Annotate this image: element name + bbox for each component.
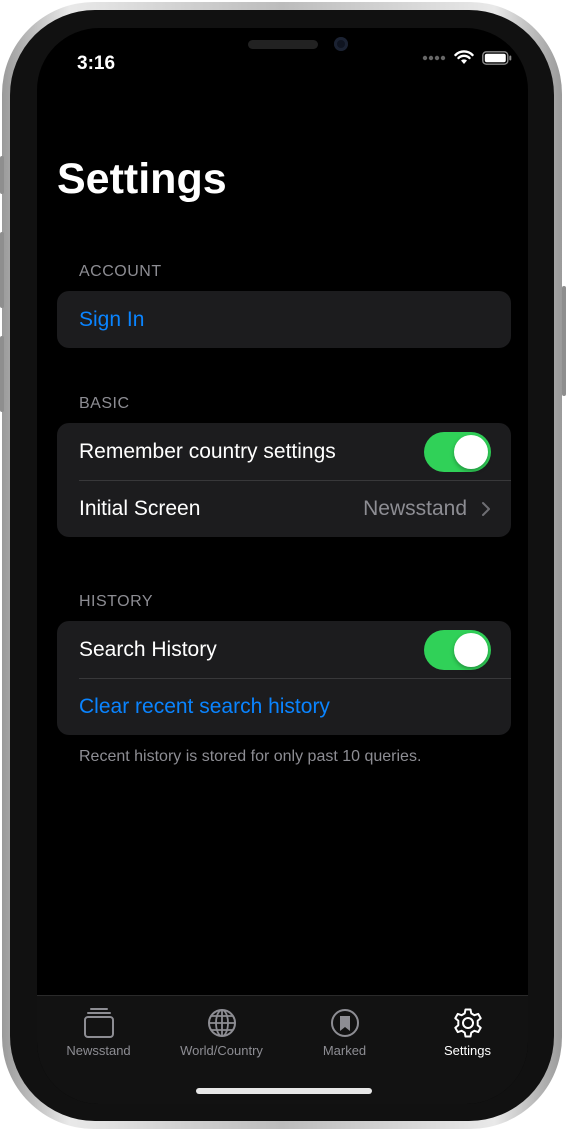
tab-label: Newsstand — [66, 1043, 131, 1058]
history-footer-note: Recent history is stored for only past 1… — [79, 748, 422, 765]
initial-screen-value: Newsstand — [363, 496, 467, 520]
section-header-history: HISTORY — [79, 593, 154, 610]
battery-icon — [482, 50, 512, 65]
initial-screen-row[interactable]: Initial Screen Newsstand — [57, 480, 511, 537]
clear-history-row[interactable]: Clear recent search history — [57, 678, 511, 735]
tab-label: Marked — [322, 1043, 367, 1058]
volume-down-button — [0, 336, 4, 412]
gear-icon — [453, 1008, 482, 1038]
tab-world-country[interactable]: World/Country — [160, 1006, 283, 1058]
chevron-right-icon — [482, 501, 490, 516]
status-icons — [422, 50, 512, 65]
tab-label: Settings — [444, 1043, 491, 1058]
basic-group: Remember country settings Initial Screen… — [57, 423, 511, 537]
tab-label: World/Country — [180, 1043, 263, 1058]
remember-country-label: Remember country settings — [79, 439, 336, 463]
tab-bar: Newsstand World/Country Marked Settings — [37, 995, 528, 1104]
sign-in-link[interactable]: Sign In — [79, 308, 491, 332]
page-title: Settings — [57, 155, 227, 203]
volume-up-button — [0, 232, 4, 308]
home-indicator[interactable] — [196, 1088, 372, 1094]
section-header-basic: BASIC — [79, 395, 130, 412]
initial-screen-label: Initial Screen — [79, 496, 201, 520]
front-camera — [334, 37, 348, 51]
search-history-toggle[interactable] — [424, 629, 491, 670]
toggle-knob — [454, 434, 488, 469]
mute-switch — [0, 156, 4, 194]
clear-history-link[interactable]: Clear recent search history — [79, 695, 491, 719]
tab-newsstand[interactable]: Newsstand — [37, 1006, 160, 1058]
tab-marked[interactable]: Marked — [283, 1006, 406, 1058]
search-history-label: Search History — [79, 637, 217, 661]
newsstand-icon — [83, 1008, 114, 1038]
remember-country-row: Remember country settings — [57, 423, 511, 480]
status-time: 3:16 — [77, 53, 116, 74]
sign-in-row[interactable]: Sign In — [57, 291, 511, 348]
section-header-account: ACCOUNT — [79, 263, 162, 280]
wifi-icon — [454, 50, 474, 64]
globe-icon — [207, 1009, 236, 1037]
screen: 3:16 Settings ACCOUNT Sign In BASIC Reme… — [37, 28, 528, 1104]
history-group: Search History Clear recent search histo… — [57, 621, 511, 735]
cellular-signal-icon — [422, 55, 446, 60]
remember-country-toggle[interactable] — [424, 431, 491, 472]
notch — [150, 28, 417, 72]
tab-settings[interactable]: Settings — [406, 1006, 528, 1058]
account-group: Sign In — [57, 291, 511, 348]
power-button — [562, 286, 566, 396]
search-history-row: Search History — [57, 621, 511, 678]
speaker-grille — [248, 40, 318, 49]
toggle-knob — [454, 632, 488, 667]
bookmark-icon — [330, 1009, 359, 1037]
